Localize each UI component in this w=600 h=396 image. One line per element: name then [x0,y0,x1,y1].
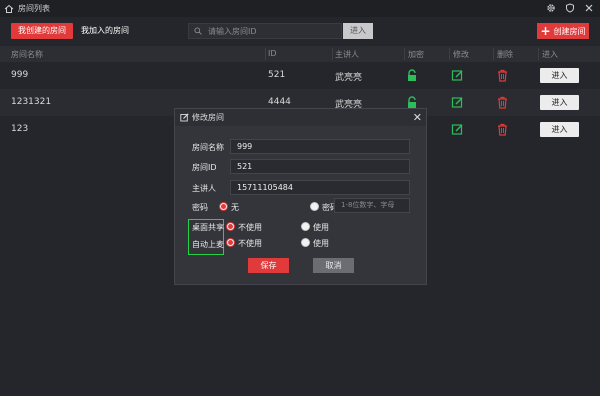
header-host: 主讲人 [335,50,359,59]
edit-icon[interactable] [451,123,464,136]
password-none-label: 无 [231,203,239,212]
save-button[interactable]: 保存 [248,258,289,273]
edit-icon[interactable] [451,96,464,109]
enter-room-button[interactable]: 进入 [540,95,579,110]
unlock-icon[interactable] [406,69,419,82]
dialog-title: 修改房间 [192,113,224,122]
room-id: 4444 [268,97,291,107]
delete-icon[interactable] [496,96,509,109]
table-row: 999 521 武亮亮 进入 [0,62,600,89]
host-field[interactable]: 15711105484 [230,180,410,195]
auto-mic-off-radio[interactable] [226,238,235,247]
delete-icon[interactable] [496,123,509,136]
tab-my-joined-rooms[interactable]: 我加入的房间 [74,23,136,39]
window-title: 房间列表 [18,4,50,13]
cancel-button[interactable]: 取消 [313,258,354,273]
search-input[interactable] [208,26,338,36]
edit-icon[interactable] [451,69,464,82]
desktop-share-label: 桌面共享 [192,223,224,232]
edit-icon [180,113,189,122]
search-icon [194,27,202,35]
enter-room-button[interactable]: 进入 [540,68,579,83]
tab-my-created-rooms[interactable]: 我创建的房间 [11,23,73,39]
create-room-label: 创建房间 [553,26,586,36]
desktop-share-on-label: 使用 [313,223,329,232]
desktop-share-off-radio[interactable] [226,222,235,231]
desktop-share-off-label: 不使用 [238,223,262,232]
password-set-radio[interactable] [310,202,319,211]
edit-room-dialog: 修改房间 ✕ 房间名称 999 房间ID 521 主讲人 15711105484… [174,108,427,285]
room-name: 1231321 [11,97,52,107]
dialog-header: 修改房间 ✕ [175,109,426,126]
password-none-radio[interactable] [219,202,228,211]
room-name-label: 房间名称 [192,143,224,152]
auto-mic-on-label: 使用 [313,239,329,248]
gear-icon[interactable] [546,3,556,13]
home-icon [4,4,14,13]
header-delete: 删除 [497,50,513,59]
table-header: 房间名称 ID 主讲人 加密 修改 删除 进入 [0,46,600,62]
header-enter: 进入 [542,50,558,59]
toolbar: 我创建的房间 我加入的房间 进入 + 创建房间 [0,17,600,45]
room-id-label: 房间ID [192,163,217,172]
room-name-field[interactable]: 999 [230,139,410,154]
shield-icon[interactable] [565,3,575,13]
enter-room-button[interactable]: 进入 [540,122,579,137]
password-input[interactable]: 1-8位数字、字母 [334,198,410,213]
room-name: 123 [11,124,29,134]
desktop-share-on-radio[interactable] [301,222,310,231]
host-label: 主讲人 [192,184,216,193]
title-bar: 房间列表 [0,0,600,17]
header-lock: 加密 [408,50,424,59]
auto-mic-off-label: 不使用 [238,239,262,248]
delete-icon[interactable] [496,69,509,82]
room-id: 521 [268,70,286,80]
create-room-button[interactable]: + 创建房间 [537,23,589,39]
header-room-name: 房间名称 [11,50,43,59]
auto-mic-on-radio[interactable] [301,238,310,247]
room-id-field[interactable]: 521 [230,159,410,174]
header-id: ID [268,49,277,58]
auto-mic-label: 自动上麦 [192,240,224,249]
room-host: 武亮亮 [335,73,363,83]
dialog-close-icon[interactable]: ✕ [413,111,422,124]
password-label: 密码 [192,203,208,212]
plus-icon: + [540,24,551,38]
close-icon[interactable] [584,3,594,13]
search-box [188,23,342,39]
room-name: 999 [11,70,29,80]
header-edit: 修改 [453,50,469,59]
search-enter-button[interactable]: 进入 [343,23,373,39]
